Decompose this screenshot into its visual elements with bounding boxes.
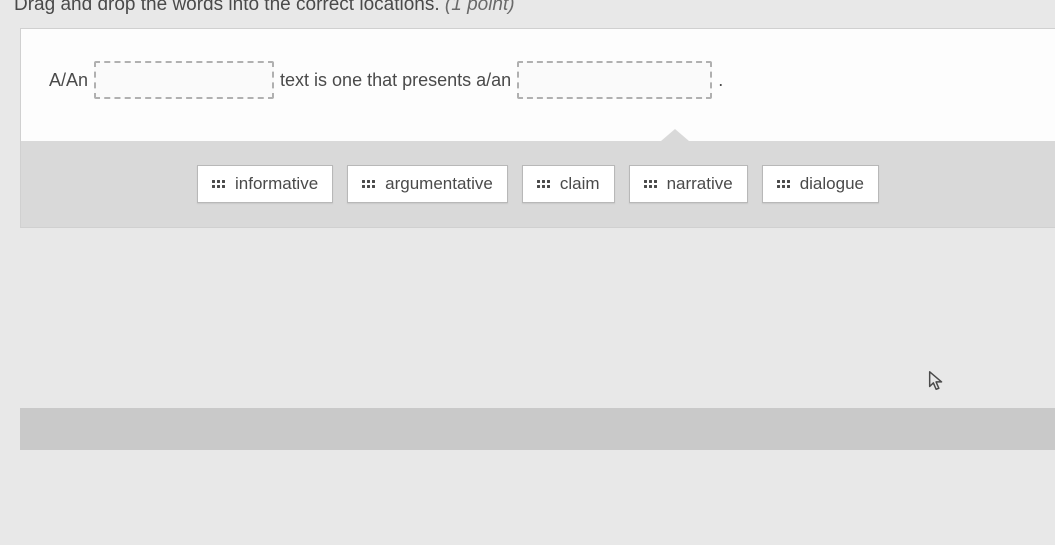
grip-icon xyxy=(212,180,225,188)
sentence-area: A/An text is one that presents a/an . xyxy=(21,29,1055,141)
chip-narrative[interactable]: narrative xyxy=(629,165,748,203)
grip-icon xyxy=(644,180,657,188)
sentence-part1: A/An xyxy=(49,70,88,91)
sentence-part2: text is one that presents a/an xyxy=(280,70,511,91)
chip-label: narrative xyxy=(667,174,733,194)
cursor-icon xyxy=(926,370,948,392)
bottom-bar xyxy=(20,408,1055,450)
chip-label: informative xyxy=(235,174,318,194)
sentence-after: . xyxy=(718,70,723,91)
options-bar: informative argumentative claim narrativ… xyxy=(21,141,1055,227)
question-box: A/An text is one that presents a/an . in… xyxy=(20,28,1055,228)
instruction-text: Drag and drop the words into the correct… xyxy=(14,0,440,15)
chip-label: dialogue xyxy=(800,174,864,194)
instruction-points: (1 point) xyxy=(445,0,515,15)
grip-icon xyxy=(537,180,550,188)
drop-target-2[interactable] xyxy=(517,61,712,99)
grip-icon xyxy=(777,180,790,188)
grip-icon xyxy=(362,180,375,188)
chip-argumentative[interactable]: argumentative xyxy=(347,165,508,203)
chip-claim[interactable]: claim xyxy=(522,165,615,203)
instruction-line: Drag and drop the words into the correct… xyxy=(0,0,1055,24)
chip-informative[interactable]: informative xyxy=(197,165,333,203)
chip-dialogue[interactable]: dialogue xyxy=(762,165,879,203)
chip-label: argumentative xyxy=(385,174,493,194)
chip-label: claim xyxy=(560,174,600,194)
drop-target-1[interactable] xyxy=(94,61,274,99)
